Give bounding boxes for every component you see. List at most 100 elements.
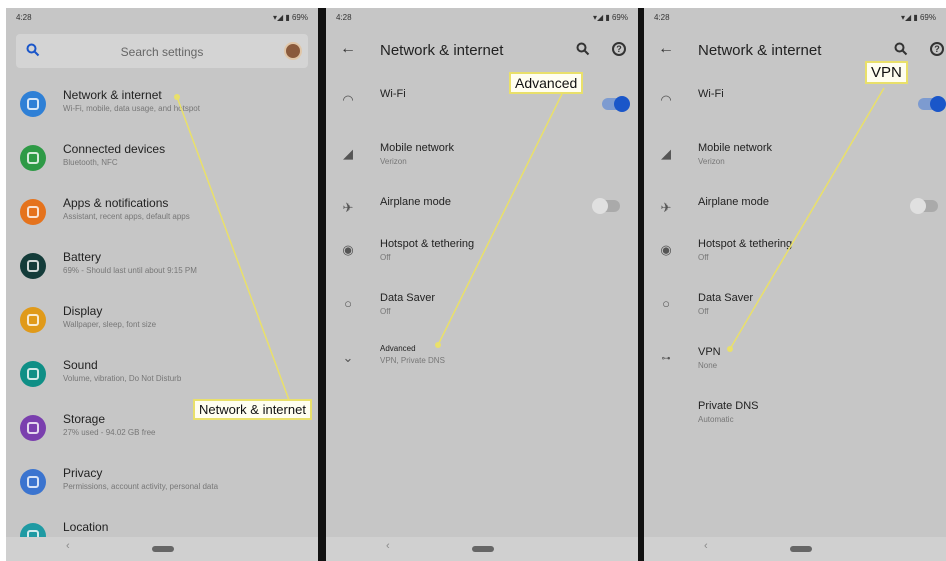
settings-item-title: Sound bbox=[63, 358, 98, 372]
settings-item-subtitle: Wallpaper, sleep, font size bbox=[63, 320, 157, 329]
settings-item-title: Privacy bbox=[63, 466, 103, 480]
network-internet-panel: 4:28 ▾◢ ▮ 69% ← Network & internet ? ◠ W… bbox=[326, 8, 638, 561]
row-title: Data Saver bbox=[380, 292, 436, 304]
avatar[interactable] bbox=[284, 42, 302, 60]
app-header: ← Network & internet ? bbox=[326, 34, 638, 68]
vpn-key-icon: ⊶ bbox=[661, 353, 671, 363]
airplane-mode-toggle[interactable] bbox=[910, 198, 938, 214]
row-wifi[interactable]: ◠ Wi-Fi bbox=[644, 82, 946, 126]
settings-item-subtitle: Wi-Fi, mobile, data usage, and hotspot bbox=[63, 104, 200, 113]
network-internet-advanced-panel: 4:28 ▾◢ ▮ 69% ← Network & internet ? ◠ W… bbox=[644, 8, 946, 561]
battery-icon bbox=[20, 253, 46, 279]
status-icons: ▾◢ ▮ 69% bbox=[900, 13, 936, 22]
settings-item-display[interactable]: Display Wallpaper, sleep, font size bbox=[6, 298, 318, 348]
row-data-saver[interactable]: ○ Data Saver Off bbox=[644, 286, 946, 330]
search-icon[interactable] bbox=[576, 42, 590, 56]
row-title: Wi-Fi bbox=[380, 88, 406, 100]
row-title: Airplane mode bbox=[698, 196, 769, 208]
airplane-mode-toggle[interactable] bbox=[592, 198, 620, 214]
help-icon[interactable]: ? bbox=[930, 42, 944, 56]
search-settings-bar[interactable]: Search settings bbox=[16, 34, 308, 68]
row-advanced[interactable]: ⌄ Advanced VPN, Private DNS bbox=[326, 340, 638, 384]
row-airplane-mode[interactable]: ✈ Airplane mode bbox=[644, 190, 946, 234]
wifi-icon bbox=[20, 91, 46, 117]
settings-item-subtitle: Volume, vibration, Do Not Disturb bbox=[63, 374, 182, 383]
settings-item-apps-notifications[interactable]: Apps & notifications Assistant, recent a… bbox=[6, 190, 318, 240]
nav-bar: ‹ bbox=[326, 537, 638, 561]
status-time: 4:28 bbox=[16, 13, 32, 22]
callout-advanced: Advanced bbox=[509, 72, 584, 94]
row-title: Wi-Fi bbox=[698, 88, 724, 100]
status-bar: 4:28 ▾◢ ▮ 69% bbox=[654, 10, 936, 26]
nav-back-icon[interactable]: ‹ bbox=[66, 540, 70, 552]
display-icon bbox=[20, 307, 46, 333]
settings-item-subtitle: 27% used - 94.02 GB free bbox=[63, 428, 156, 437]
row-vpn[interactable]: ⊶ VPN None bbox=[644, 340, 946, 384]
row-mobile-network[interactable]: ◢ Mobile network Verizon bbox=[326, 136, 638, 180]
settings-item-subtitle: Bluetooth, NFC bbox=[63, 158, 118, 167]
row-title: Private DNS bbox=[698, 400, 759, 412]
nav-home-pill[interactable] bbox=[790, 546, 812, 552]
hotspot-icon: ◉ bbox=[660, 242, 672, 257]
settings-item-connected-devices[interactable]: Connected devices Bluetooth, NFC bbox=[6, 136, 318, 186]
hotspot-icon: ◉ bbox=[342, 242, 354, 257]
signal-icon: ◢ bbox=[661, 146, 671, 161]
settings-item-battery[interactable]: Battery 69% - Should last until about 9:… bbox=[6, 244, 318, 294]
row-title: Airplane mode bbox=[380, 196, 451, 208]
settings-item-title: Display bbox=[63, 304, 103, 318]
wifi-toggle[interactable] bbox=[918, 96, 946, 112]
nav-home-pill[interactable] bbox=[472, 546, 494, 552]
row-subtitle: Off bbox=[380, 253, 391, 262]
panel-divider bbox=[318, 8, 326, 561]
row-hotspot-tethering[interactable]: ◉ Hotspot & tethering Off bbox=[644, 232, 946, 276]
settings-item-subtitle: Assistant, recent apps, default apps bbox=[63, 212, 190, 221]
row-subtitle: VPN, Private DNS bbox=[380, 356, 445, 365]
callout-vpn: VPN bbox=[865, 61, 908, 84]
status-bar: 4:28 ▾◢ ▮ 69% bbox=[336, 10, 628, 26]
row-subtitle: None bbox=[698, 361, 718, 370]
settings-item-subtitle: 69% - Should last until about 9:15 PM bbox=[63, 266, 197, 275]
sound-icon bbox=[20, 361, 46, 387]
row-subtitle: Off bbox=[698, 253, 709, 262]
row-title: Mobile network bbox=[380, 142, 454, 154]
row-title: Mobile network bbox=[698, 142, 772, 154]
settings-item-privacy[interactable]: Privacy Permissions, account activity, p… bbox=[6, 460, 318, 510]
nav-back-icon[interactable]: ‹ bbox=[386, 540, 390, 552]
row-title: VPN bbox=[698, 346, 721, 358]
apps-icon bbox=[20, 199, 46, 225]
row-subtitle: Verizon bbox=[380, 157, 407, 166]
search-icon[interactable] bbox=[894, 42, 908, 56]
settings-item-title: Apps & notifications bbox=[63, 196, 169, 210]
nav-home-pill[interactable] bbox=[152, 546, 174, 552]
back-arrow-icon[interactable]: ← bbox=[658, 40, 674, 58]
nav-bar: ‹ bbox=[6, 537, 318, 561]
settings-item-network-internet[interactable]: Network & internet Wi-Fi, mobile, data u… bbox=[6, 82, 318, 132]
row-wifi[interactable]: ◠ Wi-Fi bbox=[326, 82, 638, 126]
row-data-saver[interactable]: ○ Data Saver Off bbox=[326, 286, 638, 330]
row-subtitle: Off bbox=[380, 307, 391, 316]
chevron-down-icon: ⌄ bbox=[342, 350, 354, 365]
settings-item-title: Battery bbox=[63, 250, 102, 264]
settings-item-subtitle: Permissions, account activity, personal … bbox=[63, 482, 219, 491]
page-title: Network & internet bbox=[380, 42, 504, 59]
row-subtitle: Automatic bbox=[698, 415, 734, 424]
row-private-dns[interactable]: Private DNS Automatic bbox=[644, 394, 946, 438]
help-icon[interactable]: ? bbox=[612, 42, 626, 56]
nav-back-icon[interactable]: ‹ bbox=[704, 540, 708, 552]
wifi-toggle[interactable] bbox=[602, 96, 630, 112]
callout-network-internet: Network & internet bbox=[193, 399, 312, 420]
settings-item-title: Connected devices bbox=[63, 142, 166, 156]
status-icons: ▾◢ ▮ 69% bbox=[592, 13, 628, 22]
devices-icon bbox=[20, 145, 46, 171]
back-arrow-icon[interactable]: ← bbox=[340, 40, 356, 58]
settings-home-panel: 4:28 ▾◢ ▮ 69% Search settings Network & … bbox=[6, 8, 318, 561]
status-icons: ▾◢ ▮ 69% bbox=[272, 13, 308, 22]
row-title: Hotspot & tethering bbox=[698, 238, 793, 250]
settings-item-sound[interactable]: Sound Volume, vibration, Do Not Disturb bbox=[6, 352, 318, 402]
row-airplane-mode[interactable]: ✈ Airplane mode bbox=[326, 190, 638, 234]
row-hotspot-tethering[interactable]: ◉ Hotspot & tethering Off bbox=[326, 232, 638, 276]
data-saver-icon: ○ bbox=[662, 296, 670, 311]
row-mobile-network[interactable]: ◢ Mobile network Verizon bbox=[644, 136, 946, 180]
signal-icon: ◢ bbox=[343, 146, 353, 161]
status-time: 4:28 bbox=[336, 13, 352, 22]
